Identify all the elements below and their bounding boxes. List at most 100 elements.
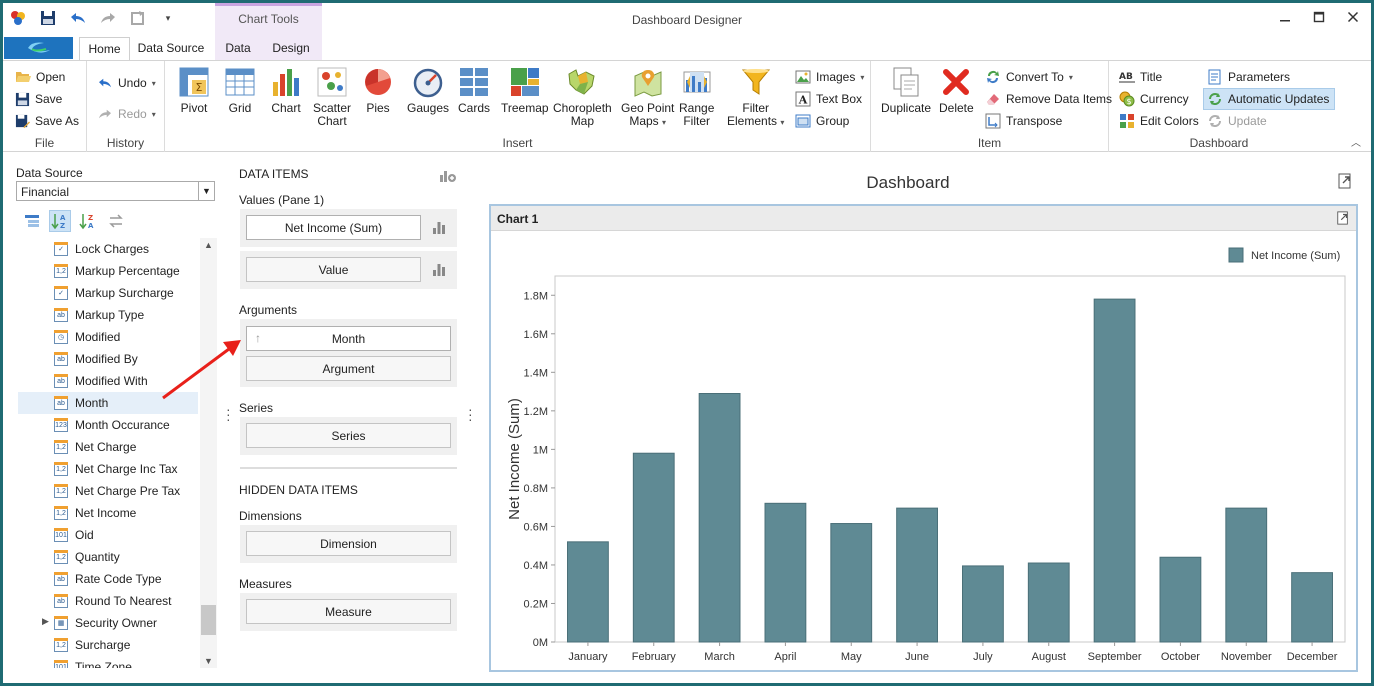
bar: [764, 502, 807, 643]
field-item[interactable]: 101 Time Zone: [18, 656, 198, 668]
save-icon[interactable]: [39, 9, 57, 27]
customize-qat-icon[interactable]: ▾: [159, 9, 177, 27]
redo-dropdown-icon: ▾: [151, 109, 156, 119]
tab-design[interactable]: Design: [269, 37, 313, 60]
field-type-num-icon: 1,2: [54, 550, 68, 564]
transpose-button[interactable]: Transpose: [985, 111, 1062, 131]
argument-placeholder[interactable]: Argument: [246, 356, 451, 381]
field-item[interactable]: 1,2 Surcharge: [18, 634, 198, 656]
close-icon[interactable]: [1345, 9, 1361, 25]
range-filter-button[interactable]: Range Filter: [679, 65, 714, 128]
data-source-select[interactable]: Financial ▼: [16, 181, 215, 201]
file-menu-button[interactable]: [4, 37, 73, 59]
refresh-fields-icon[interactable]: [105, 210, 127, 232]
field-item-label: Modified By: [75, 352, 138, 366]
tab-home[interactable]: Home: [79, 37, 130, 60]
scatter-chart-button[interactable]: Scatter Chart: [313, 65, 351, 128]
field-item[interactable]: 1,2 Net Charge Inc Tax: [18, 458, 198, 480]
dimension-placeholder[interactable]: Dimension: [246, 531, 451, 556]
undo-dropdown-icon[interactable]: ▾: [152, 79, 156, 88]
field-item[interactable]: ab Round To Nearest: [18, 590, 198, 612]
argument-item-month[interactable]: ↑ Month: [246, 326, 451, 351]
field-item[interactable]: 1,2 Net Charge: [18, 436, 198, 458]
field-item[interactable]: 101 Oid: [18, 524, 198, 546]
x-tick-label: September: [1088, 651, 1142, 663]
edit-colors-button[interactable]: Edit Colors: [1119, 111, 1199, 131]
field-item[interactable]: 1,2 Quantity: [18, 546, 198, 568]
scroll-up-icon[interactable]: ▲: [200, 240, 217, 250]
choropleth-map-button[interactable]: Choropleth Map: [553, 65, 612, 128]
x-tick-label: October: [1161, 651, 1200, 663]
y-tick-label: 0.4M: [524, 560, 548, 572]
open-button[interactable]: Open: [15, 67, 65, 87]
maximize-icon[interactable]: [1311, 9, 1327, 25]
pies-button[interactable]: Pies: [361, 65, 395, 115]
currency-button[interactable]: $ Currency: [1119, 89, 1189, 109]
delete-button[interactable]: Delete: [939, 65, 974, 115]
series-placeholder[interactable]: Series: [246, 423, 451, 448]
title-button[interactable]: AB Title: [1119, 67, 1162, 87]
chevron-down-icon[interactable]: ▼: [198, 182, 214, 200]
gauges-button[interactable]: Gauges: [407, 65, 449, 115]
expand-arrow-icon[interactable]: ▶: [42, 616, 49, 627]
chart-item[interactable]: Chart 1 0M 0.2M 0.4M 0.6M 0.8M 1M 1.2M 1.4M 1.6M…: [489, 204, 1358, 672]
images-button[interactable]: Images ▾: [795, 67, 864, 87]
field-item[interactable]: ab Markup Type: [18, 304, 198, 326]
undo-icon[interactable]: [69, 9, 87, 27]
bar: [962, 565, 1004, 643]
field-type-clock-icon: ◷: [54, 330, 68, 344]
field-item[interactable]: 1,2 Net Income: [18, 502, 198, 524]
save-as-button[interactable]: Save As: [15, 111, 79, 131]
measure-placeholder[interactable]: Measure: [246, 599, 451, 624]
add-data-item-icon[interactable]: [439, 167, 457, 186]
scrollbar-thumb[interactable]: [201, 605, 216, 635]
minimize-icon[interactable]: [1277, 9, 1293, 25]
field-item[interactable]: ab Rate Code Type: [18, 568, 198, 590]
parameters-button[interactable]: Parameters: [1207, 67, 1290, 87]
tab-data[interactable]: Data: [219, 37, 257, 60]
grid-button[interactable]: Grid: [223, 65, 257, 115]
field-item[interactable]: 123 Month Occurance: [18, 414, 198, 436]
save-button[interactable]: Save: [15, 89, 62, 109]
pivot-button[interactable]: Σ Pivot: [177, 65, 211, 115]
sort-descending-icon[interactable]: ZA: [77, 210, 99, 232]
cards-button[interactable]: Cards: [457, 65, 491, 115]
treemap-button[interactable]: Treemap: [501, 65, 549, 115]
field-item[interactable]: ▶ ▦ Security Owner: [18, 612, 198, 634]
export-dashboard-icon[interactable]: [1337, 173, 1353, 192]
filter-elements-dropdown-icon: ▾: [780, 118, 785, 127]
value-slot-1: Net Income (Sum): [240, 209, 457, 247]
field-item[interactable]: ✓ Markup Surcharge: [18, 282, 198, 304]
value-options-icon[interactable]: [432, 220, 446, 234]
duplicate-icon: [889, 65, 923, 99]
field-item[interactable]: 1,2 Net Charge Pre Tax: [18, 480, 198, 502]
sort-ascending-icon[interactable]: AZ: [49, 210, 71, 232]
svg-text:AB: AB: [1119, 72, 1133, 82]
undo-button[interactable]: Undo ▾: [97, 73, 156, 93]
scroll-down-icon[interactable]: ▼: [200, 656, 217, 666]
filter-elements-button[interactable]: Filter Elements ▾: [727, 65, 784, 129]
group-button[interactable]: Group: [795, 111, 849, 131]
hidden-data-items-title: HIDDEN DATA ITEMS: [239, 483, 358, 497]
convert-to-button[interactable]: Convert To ▾: [985, 67, 1073, 87]
text-box-button[interactable]: A Text Box: [795, 89, 862, 109]
group-by-type-icon[interactable]: [21, 210, 43, 232]
app-logo-icon[interactable]: [9, 9, 27, 27]
geo-point-maps-button[interactable]: Geo Point Maps ▾: [621, 65, 674, 129]
scatter-label-2: Chart: [317, 114, 347, 128]
value-options-icon[interactable]: [432, 262, 446, 276]
value-placeholder[interactable]: Value: [246, 257, 421, 282]
field-list-scrollbar[interactable]: ▲ ▼: [200, 238, 217, 668]
field-type-bin-icon: 101: [54, 660, 68, 668]
value-item-net-income[interactable]: Net Income (Sum): [246, 215, 421, 240]
chart-button[interactable]: Chart: [269, 65, 303, 115]
field-item[interactable]: ✓ Lock Charges: [18, 238, 198, 260]
automatic-updates-toggle[interactable]: Automatic Updates: [1203, 88, 1336, 110]
remove-data-items-button[interactable]: Remove Data Items: [985, 89, 1112, 109]
collapse-ribbon-icon[interactable]: ︿: [1351, 134, 1361, 149]
duplicate-button[interactable]: Duplicate: [881, 65, 931, 115]
tab-data-source[interactable]: Data Source: [136, 37, 206, 60]
export-chart-icon[interactable]: [1336, 211, 1350, 228]
field-item[interactable]: 1,2 Markup Percentage: [18, 260, 198, 282]
section-divider: [240, 467, 457, 469]
